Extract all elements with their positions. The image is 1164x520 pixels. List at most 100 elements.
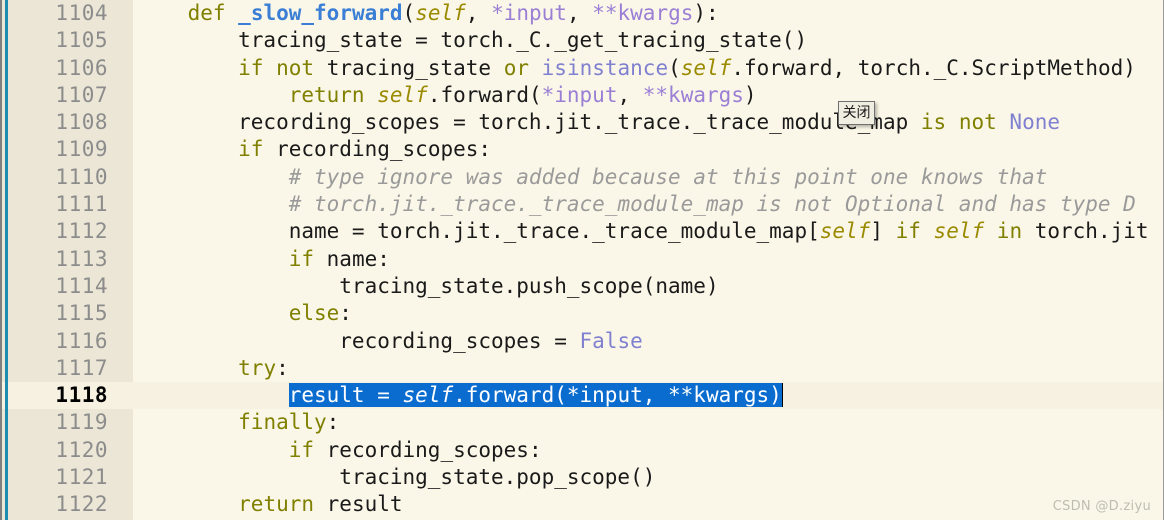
code-line-row[interactable]: 1104 def _slow_forward(self, *input, **k…	[2, 0, 1163, 27]
code-line-row[interactable]: 1116 recording_scopes = False	[2, 328, 1163, 355]
line-number: 1114	[55, 273, 108, 298]
code-line-row[interactable]: 1109 if recording_scopes:	[2, 136, 1163, 163]
plain: result	[314, 492, 403, 517]
code-content-area[interactable]: 1104 def _slow_forward(self, *input, **k…	[2, 0, 1163, 520]
keyword-else: else	[288, 301, 340, 326]
code-line-row[interactable]: 1108 recording_scopes = torch.jit._trace…	[2, 109, 1163, 136]
code-line-row[interactable]: 1121 tracing_state.pop_scope()	[2, 464, 1163, 491]
vertical-scope-marker	[5, 0, 8, 520]
plain: torch.jit	[1022, 219, 1149, 244]
code-line-row[interactable]: 1106 if not tracing_state or isinstance(…	[2, 55, 1163, 82]
code-text: result = self.forward(*input, **kwargs)	[137, 382, 782, 409]
punct: :	[339, 301, 352, 326]
code-text: recording_scopes = False	[137, 328, 642, 355]
code-line-row[interactable]: 1111 # torch.jit._trace._trace_module_ma…	[2, 191, 1163, 218]
code-text: def _slow_forward(self, *input, **kwargs…	[137, 0, 719, 27]
keyword-not: not	[958, 110, 997, 135]
builtin-isinstance: isinstance	[541, 55, 669, 80]
line-number: 1107	[55, 82, 108, 107]
code-text: if name:	[137, 246, 390, 273]
code-line-row[interactable]: 1119 finally:	[2, 409, 1163, 436]
line-number: 1113	[55, 246, 108, 271]
line-number: 1119	[55, 410, 108, 435]
line-number: 1109	[55, 137, 108, 162]
line-number: 1122	[55, 492, 108, 517]
self-ref: self	[377, 82, 428, 107]
line-number-current: 1118	[55, 383, 108, 408]
code-line-row[interactable]: 1114 tracing_state.push_scope(name)	[2, 273, 1163, 300]
punct: :	[276, 355, 289, 380]
selection-part-a: result =	[288, 383, 403, 408]
function-name: _slow_forward	[238, 1, 403, 25]
line-number: 1104	[55, 1, 108, 25]
line-number: 1105	[55, 28, 108, 53]
plain: tracing_state	[314, 55, 504, 80]
close-tooltip-button[interactable]: 关闭	[838, 101, 875, 125]
punct: ):	[693, 1, 719, 25]
code-line-row[interactable]: 1107 return self.forward(*input, **kwarg…	[2, 82, 1163, 109]
plain: recording_scopes =	[137, 328, 580, 353]
keyword-in: in	[996, 219, 1023, 244]
code-line-row-current[interactable]: 1118 result = self.forward(*input, **kwa…	[2, 382, 1163, 410]
keyword-or: or	[503, 55, 529, 80]
self-ref: self	[933, 219, 985, 244]
selected-text[interactable]: result = self.forward(*input, **kwargs)	[288, 383, 782, 408]
line-number: 1108	[55, 110, 108, 135]
keyword-if: if	[238, 55, 264, 80]
keyword-if: if	[288, 437, 315, 462]
code-line-row[interactable]: 1112 name = torch.jit._trace._trace_modu…	[2, 218, 1163, 245]
plain: name = torch.jit._trace._trace_module_ma…	[137, 219, 820, 244]
self-param: self	[415, 1, 466, 25]
code-line-row[interactable]: 1115 else:	[2, 300, 1163, 327]
code-editor[interactable]: 1104 def _slow_forward(self, *input, **k…	[0, 0, 1164, 520]
plain: name:	[314, 246, 390, 271]
code-text: finally:	[137, 409, 339, 436]
plain: ]	[870, 219, 896, 244]
line-number: 1117	[55, 355, 108, 380]
star-input-arg: *input	[541, 82, 618, 107]
code-line-row[interactable]: 1110 # type ignore was added because at …	[2, 164, 1163, 191]
code-line-row[interactable]: 1105 tracing_state = torch._C._get_traci…	[2, 27, 1163, 54]
code-line-row[interactable]: 1122 return result	[2, 491, 1163, 518]
code-line-row[interactable]: 1113 if name:	[2, 246, 1163, 273]
code-line-row[interactable]: 1117 try:	[2, 355, 1163, 382]
code-text: try:	[137, 355, 289, 382]
code-text: tracing_state.push_scope(name)	[137, 273, 719, 298]
constant-none: None	[1009, 110, 1060, 135]
code-line-row[interactable]: 1120 if recording_scopes:	[2, 437, 1163, 464]
code-text: tracing_state.pop_scope()	[137, 465, 656, 490]
keyword-def: def	[187, 1, 226, 25]
line-number: 1112	[55, 219, 108, 244]
punct: (	[668, 55, 681, 80]
line-number: 1120	[55, 437, 108, 462]
punct: ,	[566, 1, 593, 25]
keyword-if: if	[895, 219, 921, 244]
plain: .forward, torch._C.ScriptMethod)	[731, 55, 1136, 80]
comment: # torch.jit._trace._trace_module_map is …	[288, 192, 1136, 217]
code-text: return self.forward(*input, **kwargs)	[137, 82, 757, 109]
kwargs-arg: **kwargs	[642, 82, 744, 107]
code-text: tracing_state = torch._C._get_tracing_st…	[137, 28, 808, 53]
code-text: else:	[137, 300, 352, 327]
keyword-finally: finally	[238, 410, 327, 435]
selection-part-b: .forward(*input, **kwargs)	[453, 383, 782, 408]
keyword-return: return	[288, 82, 365, 107]
self-ref: self	[402, 383, 454, 408]
code-text: recording_scopes = torch.jit._trace._tra…	[137, 109, 1060, 136]
keyword-if: if	[238, 137, 264, 162]
